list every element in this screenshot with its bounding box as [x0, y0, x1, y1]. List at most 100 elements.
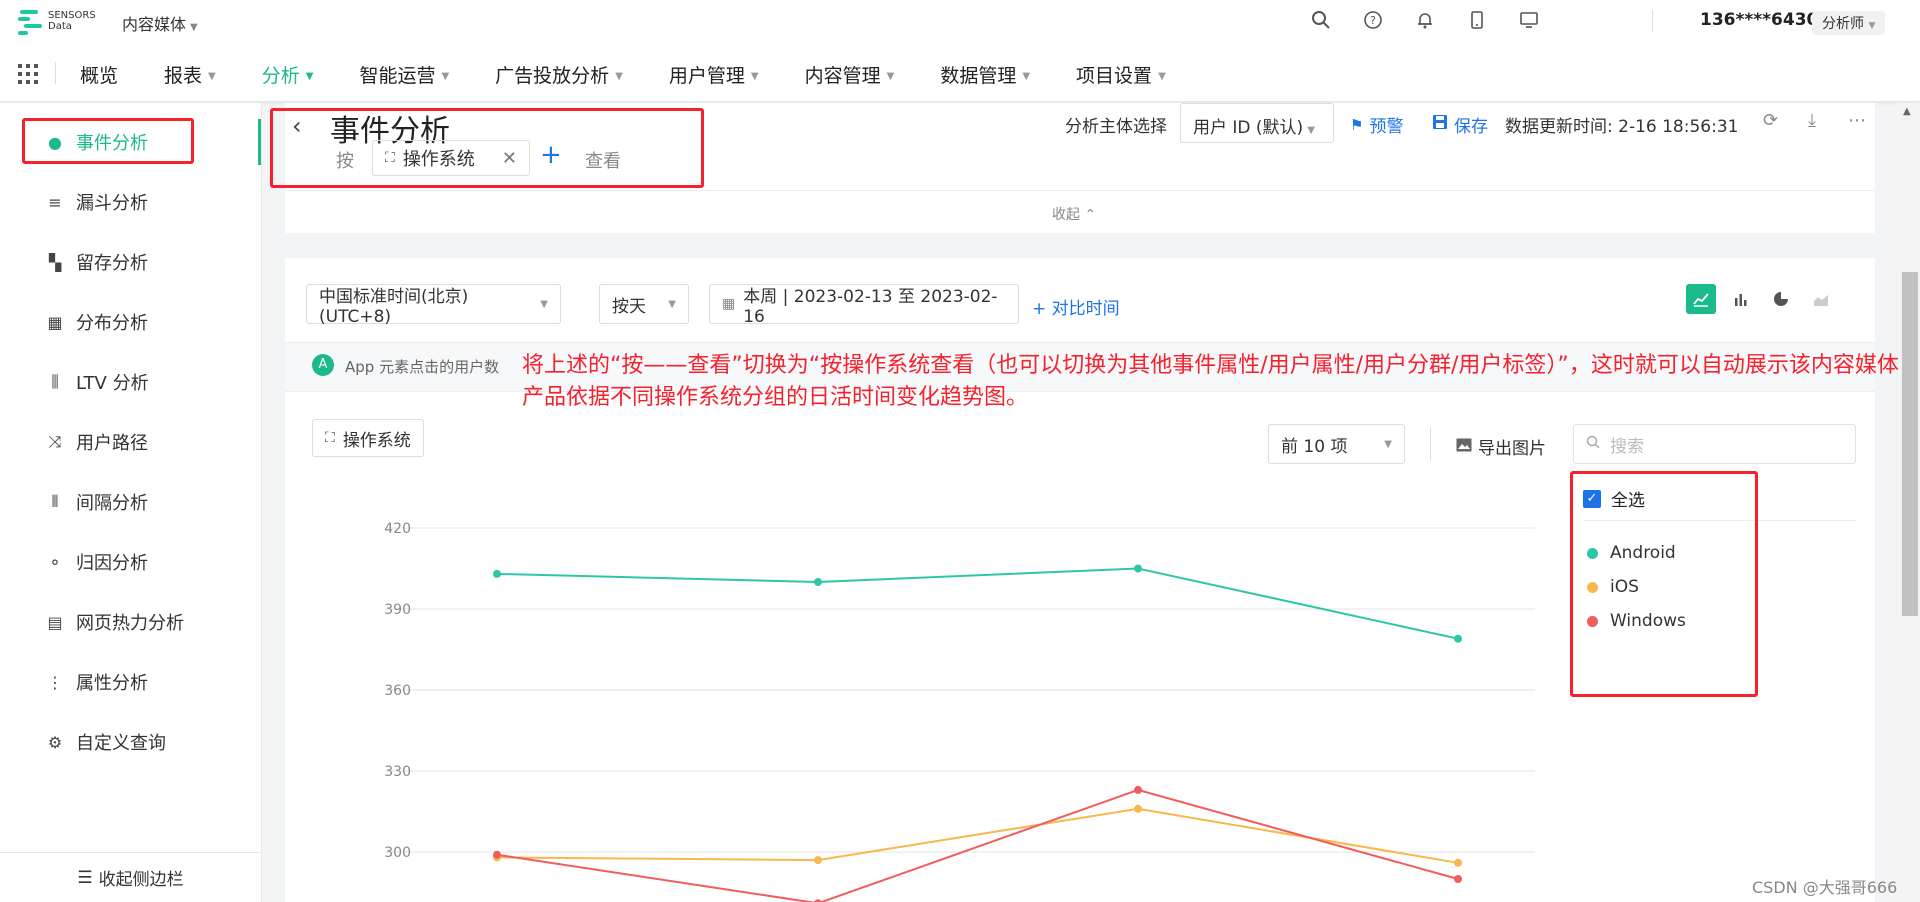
search-icon[interactable] [1310, 10, 1332, 32]
sidebar-item-label: 漏斗分析 [76, 193, 148, 214]
sidebar-item-9[interactable]: ⋮ 属性分析 [44, 667, 148, 697]
app-grid-icon[interactable] [18, 64, 38, 84]
sidebar-item-1[interactable]: ≡ 漏斗分析 [44, 187, 148, 217]
sidebar: ● 事件分析 ≡ 漏斗分析 ▚ 留存分析 ▦ 分布分析 ⫼ LTV 分析 ⤨ 用户路径 ⫴ 间隔分析 ⚬ 归因… [0, 103, 262, 902]
download-icon[interactable]: ⤓ [1808, 110, 1816, 131]
watermark: CSDN @大强哥666 [1752, 878, 1898, 897]
pie-chart-icon[interactable] [1766, 284, 1796, 314]
subject-select[interactable]: 用户 ID (默认) ▼ [1180, 103, 1334, 143]
export-image-label: 导出图片 [1478, 439, 1546, 459]
chevron-down-icon: ▼ [668, 298, 676, 310]
sidebar-item-label: 分布分析 [76, 313, 148, 334]
sidebar-item-label: 属性分析 [76, 673, 148, 694]
sidebar-item-label: 自定义查询 [76, 733, 166, 754]
legend-search-input[interactable]: 搜索 [1573, 424, 1856, 464]
toolbar-divider [1430, 428, 1431, 460]
data-point[interactable] [1454, 875, 1462, 883]
compare-time-button[interactable]: + 对比时间 [1032, 294, 1120, 319]
alarm-icon: ⚑ [1350, 115, 1364, 134]
topn-select[interactable]: 前 10 项 ▼ [1268, 424, 1405, 464]
date-range-value: 本周 | 2023-02-13 至 2023-02-16 [743, 286, 998, 327]
nav-item-0[interactable]: 概览 [80, 61, 118, 88]
sidebar-item-7[interactable]: ⚬ 归因分析 [44, 547, 148, 577]
chevron-down-icon: ▼ [441, 71, 450, 82]
data-point[interactable] [1454, 634, 1462, 643]
chart-type-switcher [1686, 284, 1836, 314]
data-point[interactable] [1454, 858, 1462, 867]
series-line-2[interactable] [496, 788, 1459, 902]
user-account[interactable]: 136****6430 [1700, 10, 1818, 30]
chevron-down-icon: ▼ [1384, 438, 1392, 450]
sidebar-item-8[interactable]: ▤ 网页热力分析 [44, 607, 184, 637]
sidebar-item-label: 网页热力分析 [76, 613, 184, 634]
chevron-down-icon: ▼ [190, 22, 198, 33]
y-tick-label: 300 [384, 845, 411, 861]
help-icon[interactable]: ? [1362, 10, 1384, 32]
data-point[interactable] [1134, 804, 1142, 813]
data-point[interactable] [1134, 564, 1142, 573]
refresh-icon[interactable]: ⟳ [1763, 110, 1778, 131]
collapse-sidebar-label: 收起侧边栏 [98, 870, 184, 890]
subject-label: 分析主体选择 [1065, 117, 1167, 137]
y-tick-label: 420 [384, 521, 411, 537]
scroll-up-icon[interactable]: ▲ [1903, 106, 1911, 117]
bar-chart-icon[interactable] [1726, 284, 1756, 314]
nav-item-label: 概览 [80, 65, 119, 87]
highlight-box-dimension [270, 108, 704, 188]
sidebar-item-6[interactable]: ⫴ 间隔分析 [44, 487, 148, 517]
bell-icon[interactable] [1414, 10, 1436, 32]
project-switcher[interactable]: 内容媒体 ▼ [122, 11, 198, 35]
save-button[interactable]: 保存 [1432, 112, 1488, 137]
sensors-data-logo[interactable]: SENSORS Data [18, 8, 96, 35]
series-line-1[interactable] [496, 807, 1459, 864]
mobile-icon[interactable] [1466, 10, 1488, 32]
sidebar-item-3[interactable]: ▦ 分布分析 [44, 307, 148, 337]
data-point[interactable] [814, 578, 822, 586]
collapse-button[interactable]: 收起 ⌃ [1052, 204, 1096, 224]
granularity-select[interactable]: 按天 ▼ [599, 284, 689, 324]
area-chart-icon[interactable] [1806, 284, 1836, 314]
nav-item-5[interactable]: 用户管理 ▼ [669, 61, 759, 88]
collapse-sidebar-button[interactable]: ☰ 收起侧边栏 [0, 852, 261, 902]
scrollbar-thumb[interactable] [1902, 272, 1918, 616]
sidebar-item-2[interactable]: ▚ 留存分析 [44, 247, 148, 277]
group-by-os-label: 操作系统 [342, 430, 411, 451]
nav-item-2[interactable]: 分析 ▼ [262, 61, 314, 88]
event-badge: A [312, 354, 334, 376]
nav-item-8[interactable]: 项目设置 ▼ [1076, 61, 1166, 88]
timezone-select[interactable]: 中国标准时间(北京) (UTC+8) ▼ [306, 284, 561, 327]
user-path-icon: ⤨ [48, 432, 62, 451]
nav-item-6[interactable]: 内容管理 ▼ [805, 61, 895, 88]
alert-button[interactable]: ⚑ 预警 [1350, 112, 1403, 138]
more-icon[interactable]: ⋯ [1848, 110, 1866, 131]
highlight-box-sidebar [22, 118, 194, 164]
collapse-sidebar-icon: ☰ [77, 867, 93, 888]
group-by-os-button[interactable]: ⛶ 操作系统 [312, 419, 424, 457]
data-point[interactable] [814, 856, 822, 865]
series-line-0[interactable] [496, 567, 1459, 640]
data-point[interactable] [493, 569, 501, 578]
data-point[interactable] [493, 850, 501, 859]
monitor-icon[interactable] [1518, 10, 1540, 32]
project-name: 内容媒体 [122, 15, 187, 34]
topn-value: 前 10 项 [1281, 436, 1348, 457]
sidebar-item-10[interactable]: ⚙ 自定义查询 [44, 727, 166, 757]
chevron-down-icon: ▼ [750, 71, 759, 82]
ltv-icon: ⫼ [51, 372, 59, 391]
chevron-down-icon: ▼ [1022, 71, 1031, 82]
nav-item-1[interactable]: 报表 ▼ [164, 61, 216, 88]
nav-item-4[interactable]: 广告投放分析 ▼ [495, 61, 623, 88]
nav-item-3[interactable]: 智能运营 ▼ [359, 61, 449, 88]
y-tick-label: 360 [384, 683, 411, 699]
nav-divider [55, 62, 56, 84]
sidebar-item-4[interactable]: ⫼ LTV 分析 [44, 367, 148, 397]
role-badge[interactable]: 分析师 ▼ [1812, 11, 1886, 35]
date-range-picker[interactable]: ▦ 本周 | 2023-02-13 至 2023-02-16 [709, 284, 1019, 327]
data-point[interactable] [1134, 785, 1142, 794]
nav-item-7[interactable]: 数据管理 ▼ [940, 61, 1030, 88]
sidebar-item-label: 归因分析 [76, 553, 148, 574]
line-chart-icon[interactable] [1686, 284, 1716, 314]
sidebar-item-5[interactable]: ⤨ 用户路径 [44, 427, 148, 457]
export-image-button[interactable]: 导出图片 [1456, 434, 1546, 459]
sidebar-item-label: 间隔分析 [76, 493, 148, 514]
